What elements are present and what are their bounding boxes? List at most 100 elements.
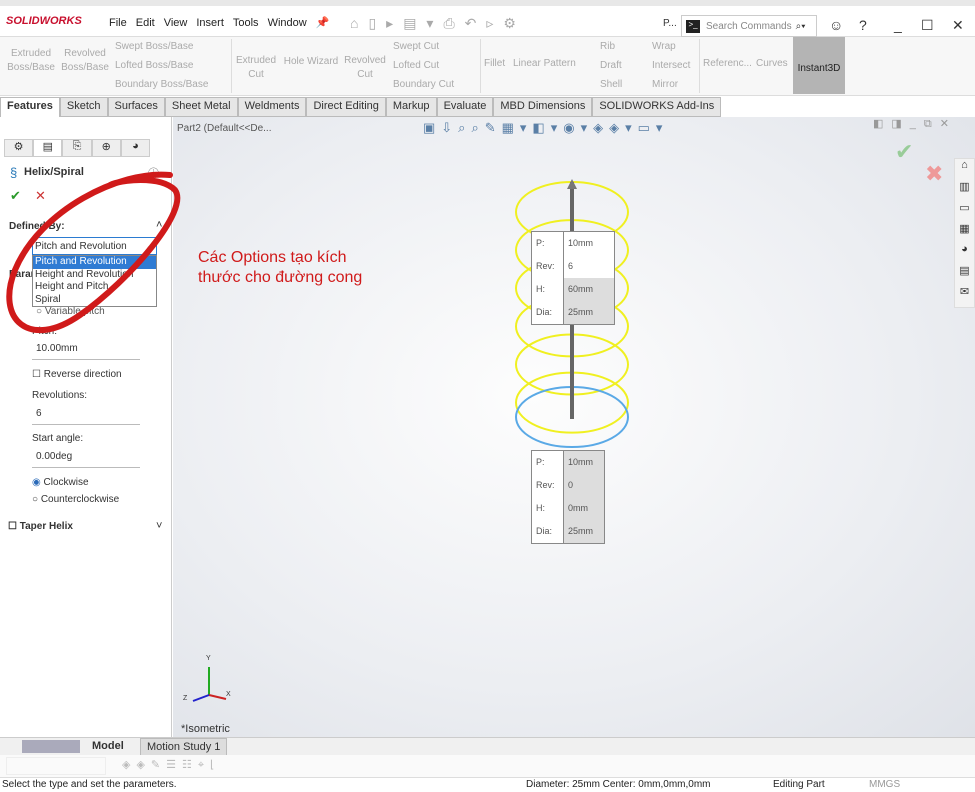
appearance-tab[interactable]: ◕ [120,139,151,157]
resources-icon[interactable]: ▥ [955,180,974,201]
dimxpert-tab[interactable]: ⊕ [91,139,121,157]
close-button[interactable]: ✕ [952,17,964,34]
lofted-cut-button[interactable]: Lofted Cut [393,56,454,75]
units-selector[interactable]: MMGS [869,779,900,790]
minimize-button[interactable]: _ [894,17,902,33]
callout-value[interactable]: 6 [564,255,614,278]
defined-by-select[interactable]: Pitch and Revolution ⌄ [32,237,157,255]
callout-value[interactable]: 60mm [564,278,614,301]
tab-markup[interactable]: Markup [385,97,437,117]
tab-sketch[interactable]: Sketch [59,97,108,117]
defined-by-label: Defined By: [9,221,65,232]
tab-surfaces[interactable]: Surfaces [107,97,165,117]
revolved-boss-button[interactable]: Revolved Boss/Base [60,47,110,75]
extruded-boss-button[interactable]: Extruded Boss/Base [6,47,56,75]
sketch-tools[interactable]: ◈◈✎☰☷⌖⌊ [122,758,220,772]
option-item[interactable]: Spiral [33,294,156,307]
tab-mbd-dimensions[interactable]: MBD Dimensions [493,97,593,117]
tab-evaluate[interactable]: Evaluate [436,97,494,117]
tab-weldments[interactable]: Weldments [237,97,307,117]
taper-helix-checkbox[interactable]: ☐ Taper Helix [8,521,73,532]
menu-view[interactable]: View [164,17,188,29]
view-palette-icon[interactable]: ▦ [955,222,974,243]
status-mode: Editing Part [773,779,825,790]
tab-scroll-arrows[interactable] [22,740,80,753]
view-orientation-label: *Isometric [181,723,230,735]
swept-boss-button[interactable]: Swept Boss/Base [115,37,208,56]
lofted-boss-button[interactable]: Lofted Boss/Base [115,56,208,75]
mirror-button[interactable]: Mirror [652,75,690,94]
intersect-button[interactable]: Intersect [652,56,690,75]
wrap-button[interactable]: Wrap [652,37,690,56]
extruded-cut-button[interactable]: Extruded Cut [234,54,278,82]
graphics-area[interactable]: Part2 (Default<<De... ▣⇩⌕⌕✎▦▾◧▾◉▾◈◈▾▭▾ ◧… [173,117,975,737]
help-icon[interactable]: ? [859,17,867,33]
menu-insert[interactable]: Insert [196,17,224,29]
property-manager-tab[interactable]: ▤ [33,139,63,157]
option-item[interactable]: Height and Pitch [33,281,156,294]
shell-button[interactable]: Shell [600,75,622,94]
pin-icon[interactable]: 📌 [316,17,330,29]
expand-icon[interactable]: ˅ [156,520,162,532]
reference-geometry-button[interactable]: Referenc... [703,57,752,71]
menu-file[interactable]: File [109,17,127,29]
callout-value[interactable]: 10mm [564,232,614,255]
help-icon[interactable]: ⓘ [148,165,159,181]
selection-filter-dropdown[interactable] [6,757,106,775]
tab-sheet-metal[interactable]: Sheet Metal [164,97,238,117]
draft-button[interactable]: Draft [600,56,622,75]
menu-window[interactable]: Window [268,17,307,29]
search-commands[interactable]: >_ Search Commands ⌕▾ [681,15,817,37]
curves-button[interactable]: Curves [756,57,788,71]
quick-access-toolbar[interactable]: ⌂▯▸▤▾⎙↶▹⚙ [350,15,526,32]
maximize-button[interactable]: ☐ [921,17,934,34]
menu-edit[interactable]: Edit [136,17,155,29]
home-icon[interactable]: ⌂ [955,159,974,180]
folder-icon[interactable]: ▭ [955,201,974,222]
reverse-direction-checkbox[interactable]: ☐ Reverse direction [32,369,122,380]
tab-model[interactable]: Model [92,740,124,752]
swept-cut-button[interactable]: Swept Cut [393,37,454,56]
option-item[interactable]: Pitch and Revolution [33,256,156,269]
cancel-button[interactable]: ✕ [35,188,46,204]
config-manager-tab[interactable]: ⎘ [62,139,92,157]
tab-solidworks-add-ins[interactable]: SOLIDWORKS Add-Ins [592,97,722,117]
variable-pitch-radio[interactable]: ○ Variable pitch [36,306,105,317]
menu-bar: File Edit View Insert Tools Window 📌 [109,16,338,29]
instant3d-button[interactable]: Instant3D [793,37,845,94]
user-icon[interactable]: ☺ [829,17,843,33]
menu-tools[interactable]: Tools [233,17,259,29]
revolved-cut-button[interactable]: Revolved Cut [343,54,387,82]
callout-bottom[interactable]: P: 10mm Rev: 0 H: 0mm Dia: 25mm [531,450,605,544]
title-bar: SOLIDWORKS File Edit View Insert Tools Window… [0,0,975,37]
hole-wizard-button[interactable]: Hole Wizard [282,55,340,69]
properties-icon[interactable]: ▤ [955,264,974,285]
rib-button[interactable]: Rib [600,37,622,56]
linear-pattern-button[interactable]: Linear Pattern [513,57,576,71]
boundary-cut-button[interactable]: Boundary Cut [393,75,454,94]
callout-value[interactable]: 25mm [564,520,604,543]
start-angle-input[interactable]: 0.00deg [32,446,140,468]
counterclockwise-radio[interactable]: ○ Counterclockwise [32,494,119,505]
callout-value[interactable]: 25mm [564,301,614,324]
feature-tree-tab[interactable]: ⚙ [4,139,34,157]
collapse-icon[interactable]: ˄ [156,219,162,231]
callout-value[interactable]: 10mm [564,451,604,474]
callout-value[interactable]: 0 [564,474,604,497]
pitch-input[interactable]: 10.00mm [32,338,140,360]
tab-features[interactable]: Features [0,97,60,117]
revolutions-input[interactable]: 6 [32,403,140,425]
clockwise-radio[interactable]: ◉ Clockwise [32,477,89,488]
callout-value[interactable]: 0mm [564,497,604,520]
option-item[interactable]: Height and Revolution [33,269,156,282]
fillet-button[interactable]: Fillet [484,57,505,71]
tab-motion-study[interactable]: Motion Study 1 [140,738,228,756]
forum-icon[interactable]: ✉ [955,285,974,306]
callout-top[interactable]: P: 10mm Rev: 6 H: 60mm Dia: 25mm [531,231,615,325]
pitch-label: Pitch: [32,326,58,337]
ok-button[interactable]: ✔ [10,188,21,204]
boundary-boss-button[interactable]: Boundary Boss/Base [115,75,208,94]
annotation-line-2: thước cho đường cong [198,269,363,286]
tab-direct-editing[interactable]: Direct Editing [306,97,386,117]
appearances-icon[interactable]: ◕ [955,243,974,264]
